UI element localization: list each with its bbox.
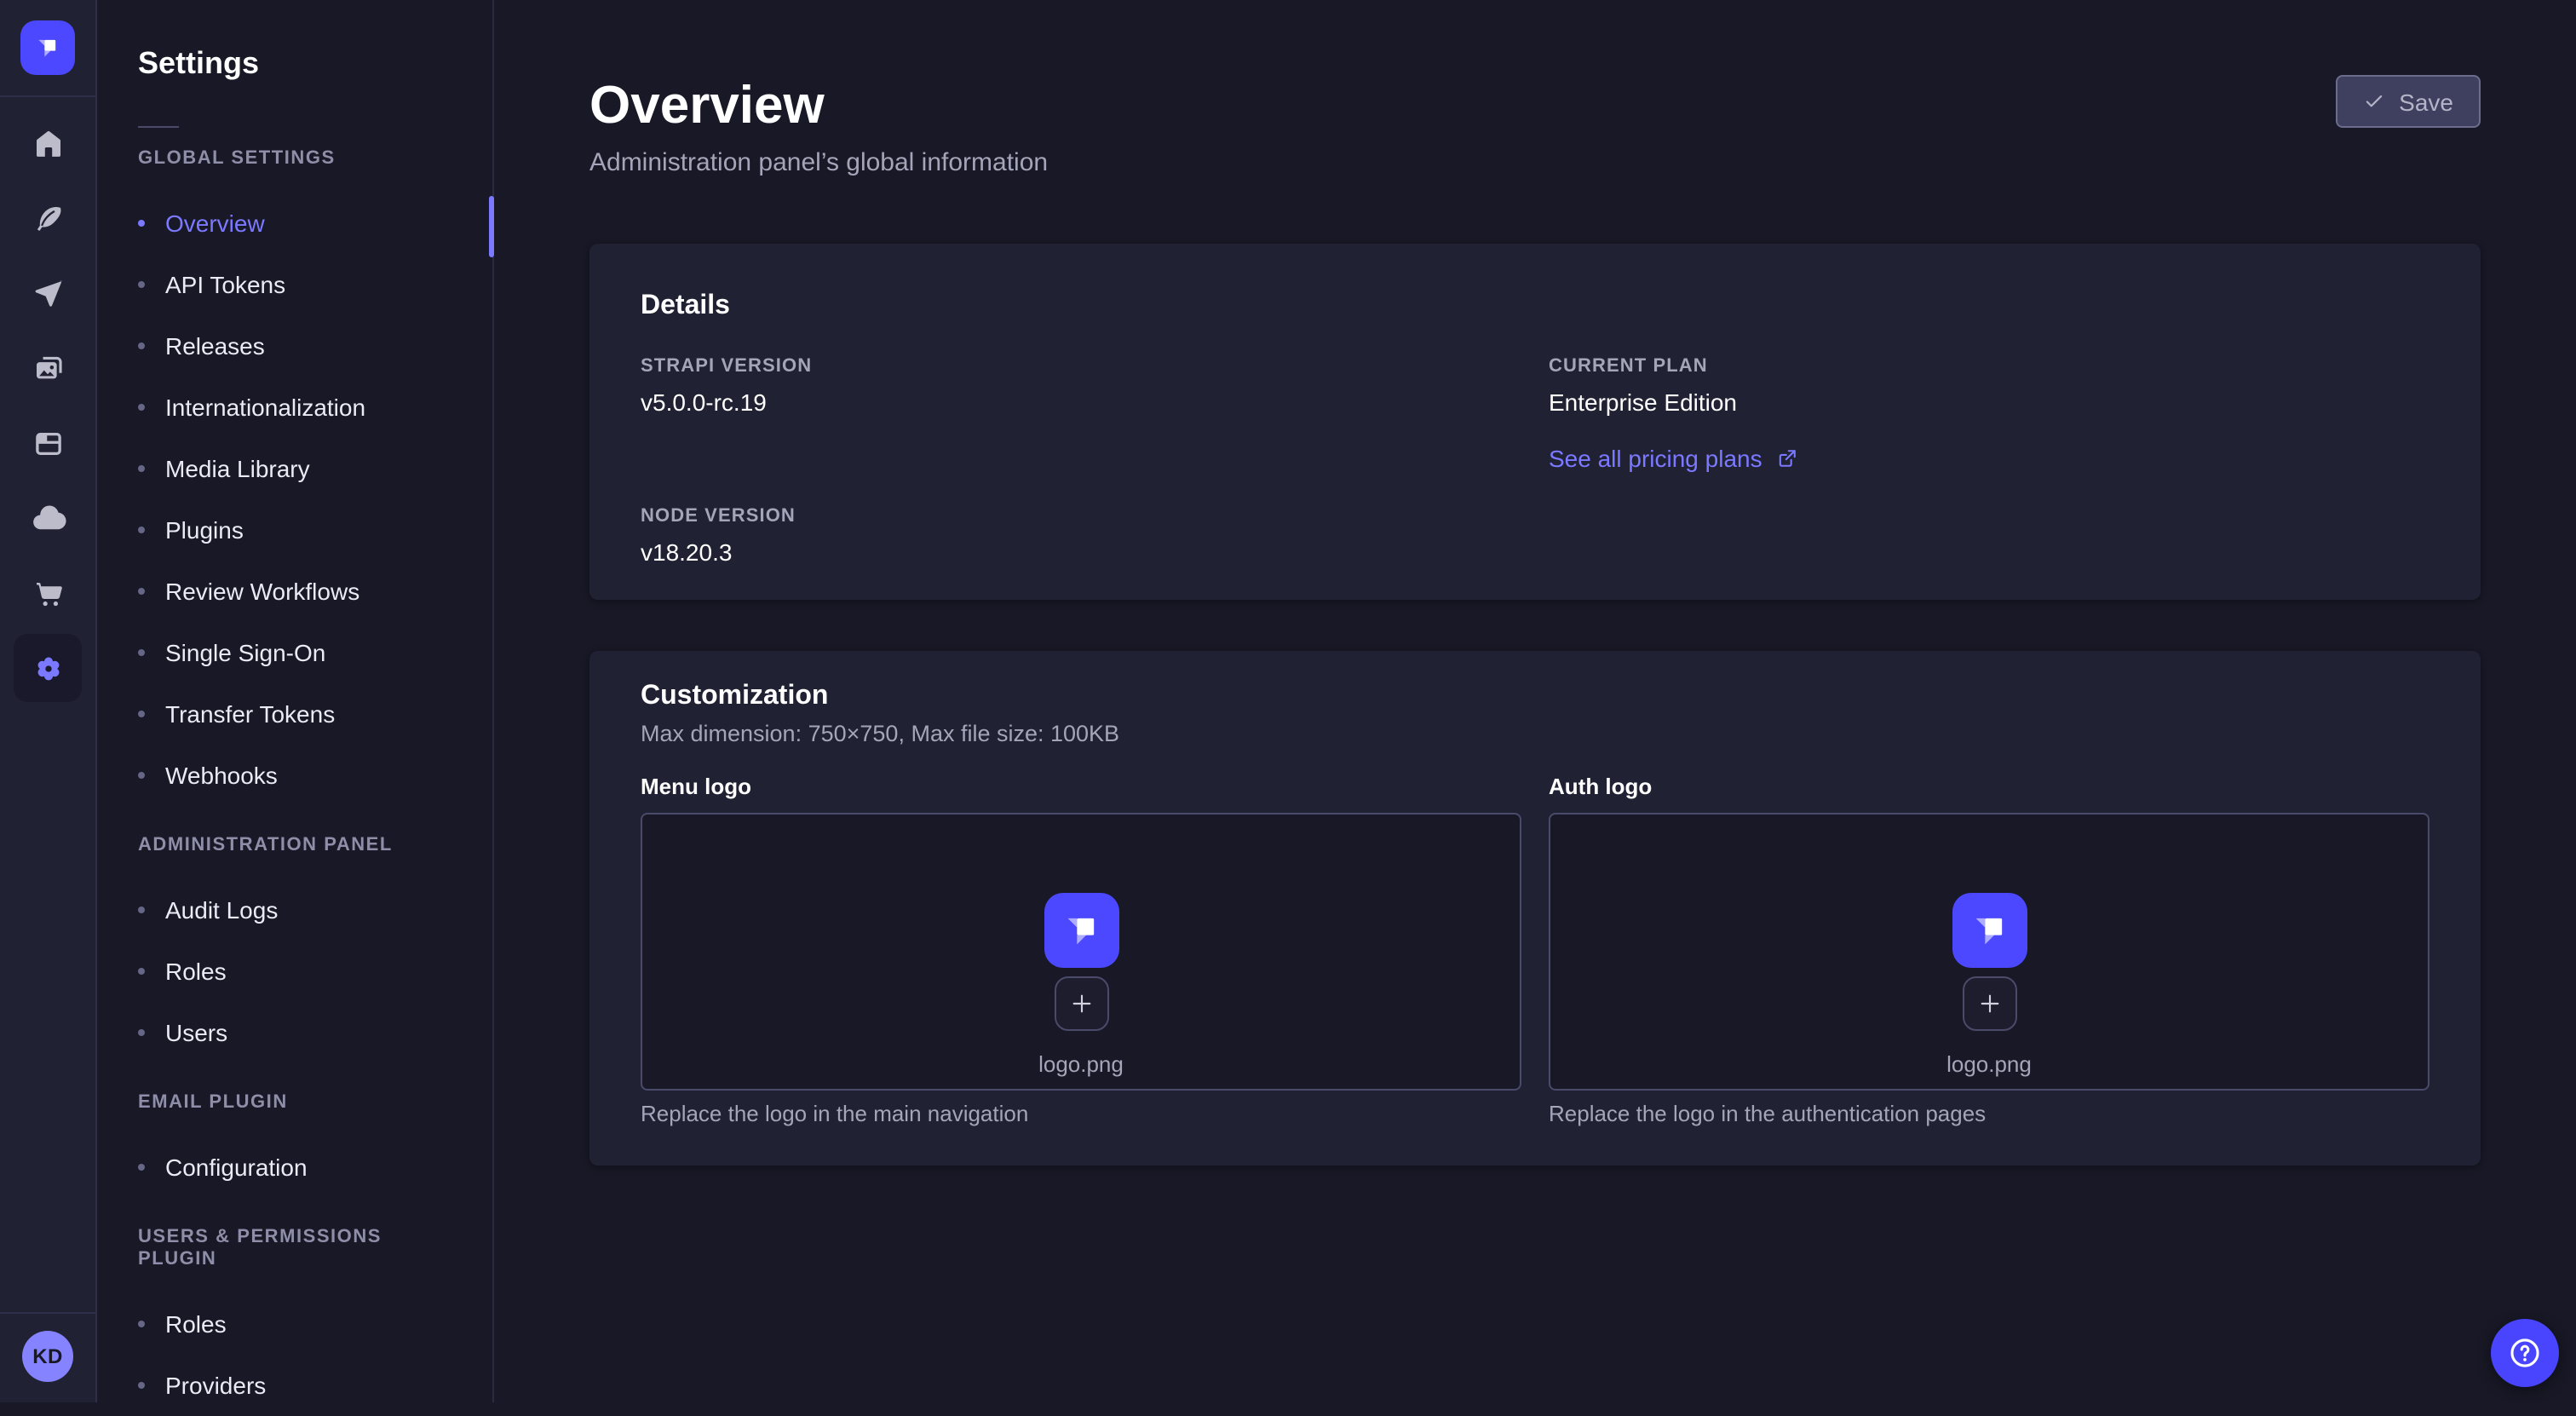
user-avatar[interactable]: KD — [22, 1331, 73, 1382]
strapi-admin-settings-page: KD Settings GLOBAL SETTINGS Overview API… — [0, 0, 2576, 1402]
auth-logo-preview — [1952, 893, 2027, 968]
bullet-icon — [138, 281, 145, 288]
details-left-column: STRAPI VERSION v5.0.0-rc.19 NODE VERSION… — [641, 356, 1521, 567]
auth-logo-filename: logo.png — [1946, 1051, 2032, 1077]
external-link-icon — [1776, 446, 1800, 470]
main-content: Overview Administration panel’s global i… — [494, 0, 2576, 1402]
question-mark-icon — [2506, 1334, 2544, 1372]
sidebar-item-transfer-tokens[interactable]: Transfer Tokens — [97, 683, 492, 745]
auth-logo-column: Auth logo — [1549, 774, 2429, 1128]
sidebar-item-email-configuration[interactable]: Configuration — [97, 1137, 492, 1198]
strapi-version-value: v5.0.0-rc.19 — [641, 389, 1521, 417]
menu-logo-preview — [1044, 893, 1118, 968]
strapi-mark-icon — [1052, 901, 1110, 959]
strapi-mark-icon — [29, 29, 66, 66]
bullet-icon — [138, 465, 145, 472]
menu-logo-filename: logo.png — [1038, 1051, 1124, 1077]
sidebar-item-up-roles[interactable]: Roles — [97, 1293, 492, 1355]
strapi-logo[interactable] — [20, 20, 75, 75]
customization-card-title: Customization — [589, 651, 2481, 716]
sidebar-item-admin-users[interactable]: Users — [97, 1002, 492, 1063]
sidebar-item-up-providers[interactable]: Providers — [97, 1355, 492, 1416]
menu-logo-column: Menu logo — [641, 774, 1521, 1128]
cloud-icon[interactable] — [14, 484, 82, 552]
sidebar-item-overview[interactable]: Overview — [97, 193, 492, 254]
sidebar-item-api-tokens[interactable]: API Tokens — [97, 254, 492, 315]
details-card-title: Details — [589, 244, 2481, 325]
bullet-icon — [138, 968, 145, 975]
bullet-icon — [138, 711, 145, 717]
bullet-icon — [138, 404, 145, 411]
bullet-icon — [138, 1029, 145, 1036]
bullet-icon — [138, 907, 145, 913]
menu-logo-dropzone[interactable]: logo.png — [641, 813, 1521, 1091]
nav-section-email-plugin: EMAIL PLUGIN — [138, 1092, 451, 1114]
nav-section-administration-panel: ADMINISTRATION PANEL — [138, 835, 451, 857]
details-right-column: CURRENT PLAN Enterprise Edition See all … — [1549, 356, 2429, 567]
help-button[interactable] — [2491, 1319, 2559, 1387]
subnav-scrollbar-thumb[interactable] — [489, 196, 494, 257]
bullet-icon — [138, 342, 145, 349]
auth-logo-dropzone[interactable]: logo.png — [1549, 813, 2429, 1091]
bullet-icon — [138, 1382, 145, 1389]
subnav-title-divider — [138, 126, 179, 128]
sidebar-item-webhooks[interactable]: Webhooks — [97, 745, 492, 806]
feather-content-icon[interactable] — [14, 184, 82, 252]
sidebar-item-single-sign-on[interactable]: Single Sign-On — [97, 622, 492, 683]
customization-constraints: Max dimension: 750×750, Max file size: 1… — [589, 719, 2481, 750]
menu-logo-hint: Replace the logo in the main navigation — [641, 1099, 1521, 1128]
menu-logo-add-button[interactable] — [1054, 976, 1108, 1031]
node-version-field: NODE VERSION v18.20.3 — [641, 506, 1521, 567]
strapi-mark-icon — [1960, 901, 2018, 959]
bullet-icon — [138, 527, 145, 533]
sidebar-item-internationalization[interactable]: Internationalization — [97, 377, 492, 438]
bullet-icon — [138, 220, 145, 227]
settings-gear-icon[interactable] — [14, 634, 82, 702]
node-version-label: NODE VERSION — [641, 506, 1521, 528]
auth-logo-label: Auth logo — [1549, 774, 2429, 801]
marketplace-cart-icon[interactable] — [14, 559, 82, 627]
subnav-title: Settings — [97, 0, 492, 82]
bullet-icon — [138, 649, 145, 656]
auth-logo-hint: Replace the logo in the authentication p… — [1549, 1099, 2429, 1128]
home-icon[interactable] — [14, 109, 82, 177]
auth-logo-add-button[interactable] — [1962, 976, 2016, 1031]
sidebar-item-plugins[interactable]: Plugins — [97, 499, 492, 561]
bullet-icon — [138, 1164, 145, 1171]
media-library-icon[interactable] — [14, 334, 82, 402]
bullet-icon — [138, 1321, 145, 1327]
strapi-version-label: STRAPI VERSION — [641, 356, 1521, 378]
page-title: Overview — [589, 75, 825, 136]
details-card: Details STRAPI VERSION v5.0.0-rc.19 NODE… — [589, 244, 2481, 600]
plus-icon — [1067, 990, 1095, 1017]
current-plan-label: CURRENT PLAN — [1549, 356, 2429, 378]
sidebar-item-review-workflows[interactable]: Review Workflows — [97, 561, 492, 622]
current-plan-field: CURRENT PLAN Enterprise Edition — [1549, 356, 2429, 417]
strapi-version-field: STRAPI VERSION v5.0.0-rc.19 — [641, 356, 1521, 417]
app-logo-wrap — [0, 0, 95, 97]
sidebar-item-media-library[interactable]: Media Library — [97, 438, 492, 499]
plus-icon — [1975, 990, 2003, 1017]
page-subtitle: Administration panel’s global informatio… — [589, 147, 1048, 181]
nav-section-global-settings: GLOBAL SETTINGS — [138, 148, 451, 170]
nav-section-users-permissions-plugin: USERS & PERMISSIONS PLUGIN — [138, 1227, 451, 1271]
sidebar-divider — [0, 1312, 95, 1314]
node-version-value: v18.20.3 — [641, 538, 1521, 567]
customization-card: Customization Max dimension: 750×750, Ma… — [589, 651, 2481, 1166]
settings-subnav: Settings GLOBAL SETTINGS Overview API To… — [97, 0, 494, 1402]
layout-icon[interactable] — [14, 409, 82, 477]
paper-plane-icon[interactable] — [14, 259, 82, 327]
sidebar-item-audit-logs[interactable]: Audit Logs — [97, 879, 492, 941]
pricing-plans-link[interactable]: See all pricing plans — [1549, 445, 1800, 472]
bullet-icon — [138, 772, 145, 779]
check-icon — [2363, 90, 2385, 112]
menu-logo-label: Menu logo — [641, 774, 1521, 801]
save-button[interactable]: Save — [2336, 75, 2481, 128]
current-plan-value: Enterprise Edition — [1549, 389, 2429, 417]
workspace-icon-sidebar: KD — [0, 0, 97, 1402]
sidebar-item-admin-roles[interactable]: Roles — [97, 941, 492, 1002]
sidebar-item-releases[interactable]: Releases — [97, 315, 492, 377]
bullet-icon — [138, 588, 145, 595]
